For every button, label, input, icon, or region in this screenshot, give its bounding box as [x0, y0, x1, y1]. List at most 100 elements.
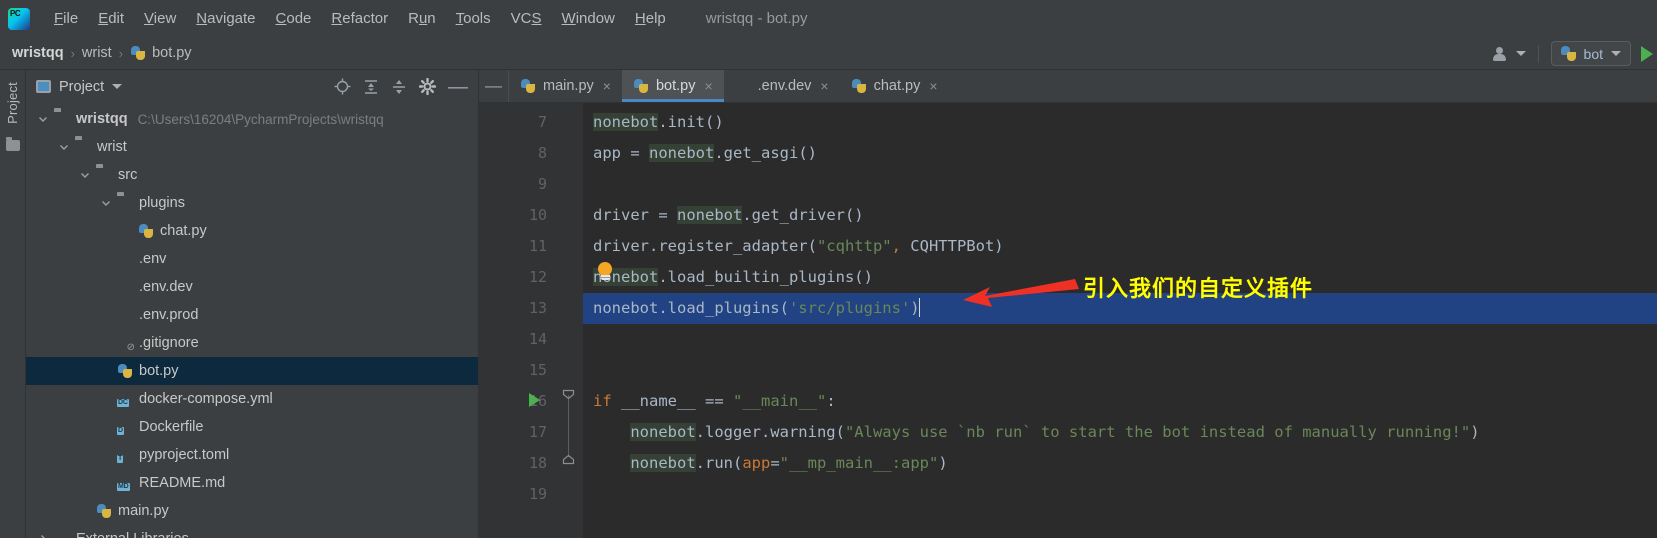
tree-item-chat-py[interactable]: chat.py	[26, 217, 478, 245]
run-configuration-label: bot	[1583, 45, 1603, 62]
structure-icon[interactable]	[5, 136, 20, 151]
tree-item-label: Dockerfile	[139, 419, 204, 435]
tree-item-external-libraries[interactable]: External Libraries	[26, 525, 478, 538]
close-icon[interactable]: ×	[704, 78, 712, 94]
editor-tab-chat-py[interactable]: chat.py ×	[840, 70, 949, 102]
person-icon[interactable]	[1492, 46, 1510, 61]
tool-window-tab-project[interactable]: Project	[3, 76, 22, 130]
code-line-12[interactable]: nonebot.load_builtin_plugins()	[583, 262, 1657, 293]
tree-item-wrist[interactable]: wrist	[26, 133, 478, 161]
menu-vcs[interactable]: VCS	[501, 7, 552, 30]
fold-collapse-icon[interactable]	[562, 388, 575, 401]
breadcrumb-botpy[interactable]: bot.py	[130, 45, 192, 61]
fold-end-icon[interactable]	[562, 453, 575, 466]
menu-code[interactable]: Code	[266, 7, 322, 30]
tree-item-pyproject-toml[interactable]: Tpyproject.toml	[26, 441, 478, 469]
code-text[interactable]: nonebot.init() app = nonebot.get_asgi() …	[583, 103, 1657, 538]
dockerfile-icon: D	[117, 427, 124, 435]
close-icon[interactable]: ×	[820, 78, 828, 94]
pycharm-logo-icon	[8, 7, 30, 30]
project-panel-toolbar: —	[334, 77, 472, 97]
expand-all-icon[interactable]	[363, 79, 379, 95]
settings-gear-icon[interactable]	[419, 78, 436, 95]
chevron-down-icon[interactable]	[36, 114, 50, 125]
collapse-all-icon[interactable]	[391, 79, 407, 95]
tree-item-bot-py[interactable]: bot.py	[26, 357, 478, 385]
chevron-down-icon[interactable]	[99, 198, 113, 209]
tree-item-main-py[interactable]: main.py	[26, 497, 478, 525]
project-tree[interactable]: wristqq C:\Users\16204\PycharmProjects\wr…	[26, 103, 478, 538]
tree-item-dockerfile[interactable]: D Dockerfile	[26, 413, 478, 441]
editor-tab-main-py[interactable]: main.py ×	[509, 70, 622, 102]
tree-item-label: wrist	[97, 139, 127, 155]
tree-item-wristqq[interactable]: wristqq C:\Users\16204\PycharmProjects\wr…	[26, 105, 478, 133]
navigation-bar: wristqq › wrist › bot.py bot	[0, 37, 1657, 70]
tree-item-env[interactable]: .env	[26, 245, 478, 273]
code-line-15[interactable]	[583, 355, 1657, 386]
chevron-down-icon[interactable]	[57, 142, 71, 153]
intention-bulb-icon[interactable]	[597, 262, 614, 282]
breadcrumb-wrist[interactable]: wrist	[82, 45, 112, 61]
hide-panel-icon[interactable]: —	[448, 77, 468, 97]
chevron-down-icon[interactable]	[1515, 51, 1526, 56]
tree-item-plugins[interactable]: plugins	[26, 189, 478, 217]
hide-editor-tabs-icon[interactable]: —	[479, 70, 509, 102]
code-line-14[interactable]	[583, 324, 1657, 355]
close-icon[interactable]: ×	[603, 78, 611, 94]
fold-region-line	[568, 395, 569, 457]
tree-item-gitignore[interactable]: .gitignore	[26, 329, 478, 357]
menu-file[interactable]: File	[44, 7, 88, 30]
editor-tab-bot-py[interactable]: bot.py ×	[621, 70, 724, 102]
code-line-18[interactable]: nonebot.run(app="__mp_main__:app")	[583, 448, 1657, 479]
editor-tab-label: .env.dev	[757, 78, 812, 94]
menu-edit[interactable]: Edit	[88, 7, 134, 30]
code-line-16[interactable]: if __name__ == "__main__":	[583, 386, 1657, 417]
menu-view[interactable]: View	[134, 7, 186, 30]
code-line-10[interactable]: driver = nonebot.get_driver()	[583, 200, 1657, 231]
chevron-down-icon[interactable]	[78, 170, 92, 181]
editor-tab-label: chat.py	[873, 78, 921, 94]
breadcrumb-wristqq[interactable]: wristqq	[12, 45, 64, 61]
menu-refactor[interactable]: Refactor	[321, 7, 398, 30]
code-line-13[interactable]: nonebot.load_plugins('src/plugins')	[583, 293, 1657, 324]
tree-item-label: chat.py	[160, 223, 207, 239]
menu-run[interactable]: Run	[398, 7, 446, 30]
tree-item-label: plugins	[139, 195, 185, 211]
code-line-7[interactable]: nonebot.init()	[583, 107, 1657, 138]
project-panel-header: Project —	[26, 70, 478, 103]
tree-item-env-dev[interactable]: .env.dev	[26, 273, 478, 301]
libraries-icon	[54, 531, 70, 538]
tree-item-label: bot.py	[139, 363, 179, 379]
editor-tab-env-dev[interactable]: .env.dev ×	[724, 70, 840, 102]
python-file-icon	[96, 503, 112, 519]
code-line-9[interactable]	[583, 169, 1657, 200]
main-body: Project Project — wristqq C:\Users\16204…	[0, 70, 1657, 538]
run-play-icon[interactable]	[1641, 45, 1653, 62]
code-line-17[interactable]: nonebot.logger.warning("Always use `nb r…	[583, 417, 1657, 448]
divider	[1537, 44, 1539, 63]
code-line-19[interactable]	[583, 479, 1657, 510]
code-line-8[interactable]: app = nonebot.get_asgi()	[583, 138, 1657, 169]
menu-help[interactable]: Help	[625, 7, 676, 30]
close-icon[interactable]: ×	[929, 78, 937, 94]
code-line-11[interactable]: driver.register_adapter("cqhttp", CQHTTP…	[583, 231, 1657, 262]
left-tool-strip: Project	[0, 70, 26, 538]
code-folding-strip[interactable]	[557, 103, 583, 538]
menu-navigate[interactable]: Navigate	[186, 7, 265, 30]
tree-item-docker-compose-yml[interactable]: DC docker-compose.yml	[26, 385, 478, 413]
chevron-down-icon[interactable]	[112, 84, 123, 89]
tree-item-src[interactable]: src	[26, 161, 478, 189]
tree-item-env-prod[interactable]: .env.prod	[26, 301, 478, 329]
locate-icon[interactable]	[334, 78, 351, 95]
python-file-icon	[117, 363, 133, 379]
run-gutter-icon[interactable]	[529, 393, 540, 407]
chevron-right-icon[interactable]	[36, 534, 50, 538]
tree-item-readme-md[interactable]: MD README.md	[26, 469, 478, 497]
menu-window[interactable]: Window	[552, 7, 625, 30]
run-configuration-selector[interactable]: bot	[1550, 41, 1631, 66]
code-editor[interactable]: 7 8 9 10 11 12 13 14 15 16 17 18 19 nonebot.init() a…	[479, 103, 1657, 538]
tree-item-label: External Libraries	[76, 531, 189, 538]
menu-tools[interactable]: Tools	[446, 7, 501, 30]
line-number-gutter[interactable]: 7 8 9 10 11 12 13 14 15 16 17 18 19	[479, 103, 557, 538]
text-file-icon	[117, 251, 133, 267]
